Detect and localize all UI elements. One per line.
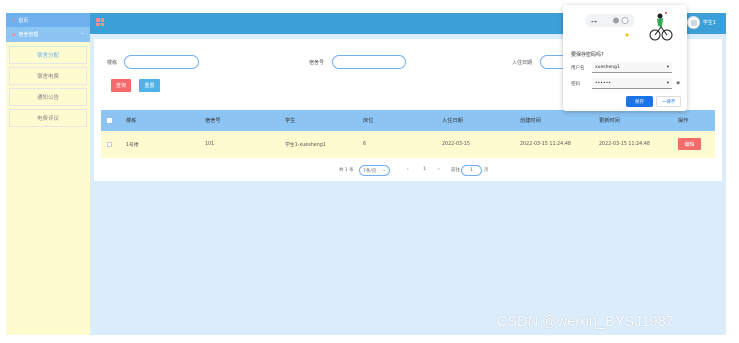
- user-name: 学生1: [702, 20, 716, 26]
- sidebar-item-dorm-assignment[interactable]: 宿舍分配: [9, 46, 87, 64]
- sidebar-item-label: 电费评议: [36, 116, 59, 122]
- watermark: CSDN @weixin_BYSJ1987: [497, 314, 674, 330]
- dialog-title: 要保存密码吗?: [571, 52, 604, 58]
- sidebar-item-label: 首页: [18, 17, 29, 24]
- never-save-button[interactable]: 一律不: [656, 96, 681, 107]
- goto-label: 前往: [451, 168, 460, 173]
- column-header: 宿舍号: [205, 118, 221, 124]
- caret-down-icon: ▾: [666, 80, 669, 86]
- username-field[interactable]: xuesheng1 ▾: [592, 62, 672, 73]
- password-row: 密码 •••••• ▾ ◉: [571, 78, 680, 89]
- page-size-select[interactable]: 7条/页 ⌄: [359, 165, 391, 176]
- username-row: 用户名 xuesheng1 ▾: [571, 62, 680, 73]
- query-button[interactable]: 查询: [111, 79, 131, 92]
- logo-icon: [96, 18, 104, 26]
- building-label: 楼栋: [107, 60, 118, 66]
- save-password-dialog: ⊶ 要保存密码吗? 用户名 xuesheng1 ▾ 密码 •••••• ▾ ◉ …: [563, 5, 687, 111]
- cell-building: 1号楼: [126, 143, 139, 148]
- column-header: 操作: [678, 118, 689, 124]
- sidebar-group-dorm-management[interactable]: ▪ 宿舍管理 ^: [6, 27, 90, 42]
- svg-text:⊶: ⊶: [591, 19, 597, 26]
- chevron-up-icon: ^: [80, 32, 84, 37]
- table-row: 1号楼 101 学生1-xuesheng1 6 2022-03-15 2022-…: [101, 131, 715, 158]
- page-size-value: 7条/页: [363, 168, 377, 174]
- column-header: 入住日期: [442, 118, 463, 124]
- cell-updated-time: 2022-03-15 11:24:48: [599, 142, 650, 147]
- password-field[interactable]: •••••• ▾: [592, 78, 672, 89]
- caret-down-icon: ▾: [666, 64, 669, 70]
- chevron-down-icon: ⌄: [382, 168, 387, 173]
- eye-icon[interactable]: ◉: [672, 81, 680, 86]
- row-checkbox[interactable]: [107, 142, 112, 147]
- user-menu[interactable]: 学生1: [686, 16, 716, 29]
- checkin-date-label: 入住日期: [512, 60, 533, 66]
- sidebar-group-label: 宿舍管理: [18, 32, 39, 38]
- column-header: 床位: [363, 118, 374, 124]
- cell-checkin-date: 2022-03-15: [442, 142, 470, 147]
- table-header-row: 楼栋 宿舍号 学生 床位 入住日期 创建时间 更新时间 操作: [101, 110, 715, 131]
- cell-student: 学生1-xuesheng1: [285, 143, 326, 148]
- sidebar-item-notices[interactable]: 通知公告: [9, 88, 87, 106]
- reset-button[interactable]: 重置: [139, 79, 160, 92]
- column-header: 创建时间: [520, 118, 541, 124]
- data-table: 楼栋 宿舍号 学生 床位 入住日期 创建时间 更新时间 操作 1号楼 101 学…: [101, 110, 715, 158]
- room-input[interactable]: [332, 55, 406, 69]
- sidebar-item-home[interactable]: ⌂ 首页: [6, 13, 90, 27]
- password-label: 密码: [571, 81, 580, 87]
- prev-page-button[interactable]: ‹: [407, 167, 409, 172]
- goto-page-value: 1: [470, 168, 473, 173]
- username-label: 用户名: [571, 65, 585, 71]
- avatar[interactable]: [686, 16, 700, 29]
- building-input[interactable]: [124, 55, 199, 69]
- sidebar-item-label: 通知公告: [36, 95, 59, 101]
- cell-bed: 6: [363, 142, 367, 147]
- select-all-checkbox[interactable]: [107, 118, 112, 123]
- sidebar-item-label: 宿舍分配: [36, 53, 59, 59]
- cell-created-time: 2022-03-15 11:24:48: [520, 142, 571, 147]
- sidebar: ⌂ 首页 ▪ 宿舍管理 ^ 宿舍分配 宿舍电费 通知公告 电费评议: [6, 13, 90, 335]
- page-suffix: 页: [484, 168, 489, 173]
- grid-icon: ▪: [12, 31, 16, 38]
- total-count: 共 1 条: [339, 168, 354, 173]
- room-label: 宿舍号: [309, 60, 325, 66]
- column-header: 楼栋: [126, 118, 137, 124]
- username-value: xuesheng1: [595, 64, 620, 70]
- sidebar-item-dorm-electricity[interactable]: 宿舍电费: [9, 67, 87, 85]
- cell-room: 101: [205, 142, 215, 147]
- edit-button[interactable]: 编辑: [678, 138, 701, 150]
- home-icon: ⌂: [12, 17, 16, 23]
- sidebar-item-electricity-review[interactable]: 电费评议: [9, 109, 87, 127]
- save-password-button[interactable]: 保存: [626, 96, 653, 107]
- password-value: ••••••: [595, 80, 611, 86]
- column-header: 更新时间: [599, 118, 620, 124]
- sidebar-item-label: 宿舍电费: [36, 74, 59, 80]
- column-header: 学生: [285, 118, 296, 124]
- next-page-button[interactable]: ›: [438, 167, 440, 172]
- page-number[interactable]: 1: [423, 167, 426, 172]
- pagination: 共 1 条 7条/页 ⌄ ‹ 1 › 前往 1 页: [94, 165, 722, 177]
- password-illustration: ⊶: [585, 12, 673, 41]
- goto-page-input[interactable]: 1: [461, 165, 482, 176]
